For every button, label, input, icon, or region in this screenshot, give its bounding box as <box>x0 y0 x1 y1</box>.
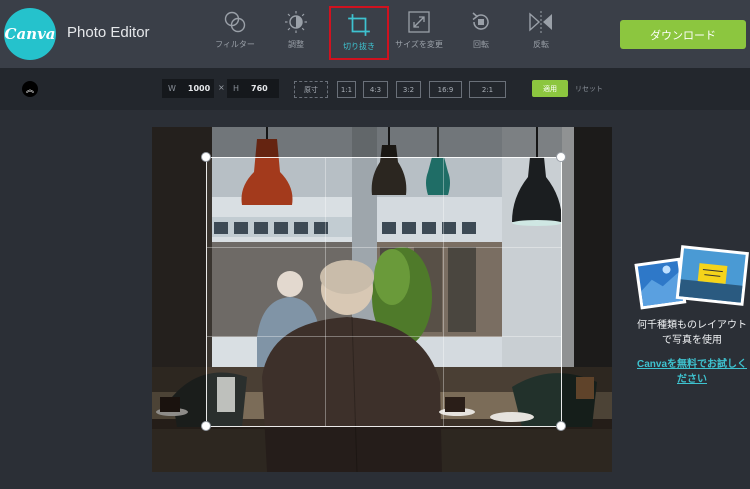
crop-icon <box>348 14 370 36</box>
crop-handle-top-left[interactable] <box>201 152 211 162</box>
crop-handle-top-right[interactable] <box>556 152 566 162</box>
filter-icon <box>224 11 246 33</box>
promo-text: 何千種類ものレイアウトで写真を使用 <box>637 320 747 346</box>
promo-thumbnails <box>634 245 749 310</box>
ratio-2-1[interactable]: 2:1 <box>469 81 506 98</box>
tool-filter[interactable]: フィルター <box>205 6 265 60</box>
top-bar: Canva Photo Editor フィルター 調整 切り抜き サイズを変更 … <box>0 0 750 68</box>
flip-icon <box>529 11 552 33</box>
tool-label: フィルター <box>215 40 255 49</box>
canva-logo[interactable]: Canva <box>4 8 56 60</box>
times-sign: × <box>218 83 225 92</box>
apply-button[interactable]: 適用 <box>532 80 568 97</box>
tool-label: サイズを変更 <box>395 40 443 49</box>
resize-icon <box>408 11 430 33</box>
collapse-up-icon[interactable]: ︽ <box>22 81 38 97</box>
tool-label: 調整 <box>288 40 304 49</box>
adjust-icon <box>285 11 307 33</box>
tool-label: 反転 <box>533 40 549 49</box>
app-title: Photo Editor <box>67 24 150 41</box>
crop-frame[interactable] <box>206 157 562 427</box>
width-field[interactable]: W 1000 <box>162 79 214 98</box>
height-value: 760 <box>251 84 268 93</box>
tool-label: 切り抜き <box>343 42 375 51</box>
height-label: H <box>233 84 240 93</box>
ratio-1-1[interactable]: 1:1 <box>337 81 356 98</box>
width-label: W <box>168 84 176 93</box>
tool-resize[interactable]: サイズを変更 <box>389 6 449 60</box>
download-button[interactable]: ダウンロード <box>620 20 746 49</box>
crop-handle-bottom-left[interactable] <box>201 421 211 431</box>
tool-label: 回転 <box>473 40 489 49</box>
tool-crop[interactable]: 切り抜き <box>329 6 389 60</box>
ratio-16-9[interactable]: 16:9 <box>429 81 462 98</box>
tool-flip[interactable]: 反転 <box>511 6 571 60</box>
reset-button[interactable]: リセット <box>575 84 603 94</box>
tool-rotate[interactable]: 回転 <box>451 6 511 60</box>
crop-grid-line <box>207 336 561 338</box>
crop-grid-line <box>207 247 561 249</box>
rotate-icon <box>472 12 489 30</box>
tool-adjust[interactable]: 調整 <box>266 6 326 60</box>
promo-link[interactable]: Canvaを無料でお試しください <box>636 357 748 387</box>
ratio-3-2[interactable]: 3:2 <box>396 81 421 98</box>
crop-grid-line <box>442 158 444 426</box>
width-value: 1000 <box>187 84 211 93</box>
crop-grid-line <box>324 158 326 426</box>
crop-handle-bottom-right[interactable] <box>556 421 566 431</box>
ratio-free[interactable]: 原寸 <box>294 81 328 98</box>
height-field[interactable]: H 760 <box>227 79 279 98</box>
ratio-4-3[interactable]: 4:3 <box>363 81 388 98</box>
crop-toolbar: ︽ W 1000 × H 760 原寸 1:1 4:3 3:2 16:9 2:1 <box>0 68 750 110</box>
